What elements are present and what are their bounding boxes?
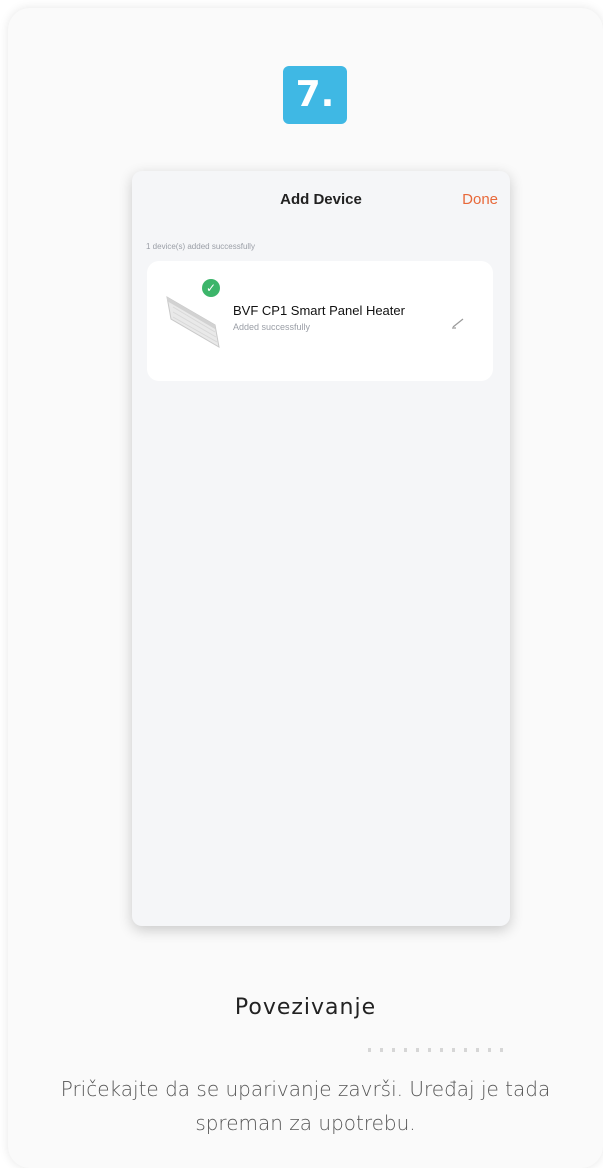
phone-screenshot: Add Device Done 1 device(s) added succes… bbox=[132, 171, 510, 926]
done-button[interactable]: Done bbox=[462, 191, 498, 208]
instruction-card: 7. Add Device Done 1 device(s) added suc… bbox=[8, 8, 603, 1168]
device-status: Added successfully bbox=[233, 322, 311, 332]
app-header: Add Device Done bbox=[132, 171, 510, 227]
page-title: Add Device bbox=[280, 191, 362, 208]
device-list-item[interactable]: ✓ BVF CP1 Smart Panel Heater Added succe… bbox=[147, 261, 493, 381]
added-count-text: 1 device(s) added successfully bbox=[146, 242, 255, 251]
edit-pencil-icon[interactable] bbox=[450, 314, 466, 330]
device-name: BVF CP1 Smart Panel Heater bbox=[233, 303, 405, 318]
step-number-badge: 7. bbox=[283, 66, 347, 124]
decorative-divider bbox=[368, 1048, 508, 1052]
instruction-text: Pričekajte da se uparivanje završi. Uređ… bbox=[60, 1077, 551, 1135]
section-title: Povezivanje bbox=[234, 995, 377, 1020]
check-icon: ✓ bbox=[202, 279, 220, 297]
